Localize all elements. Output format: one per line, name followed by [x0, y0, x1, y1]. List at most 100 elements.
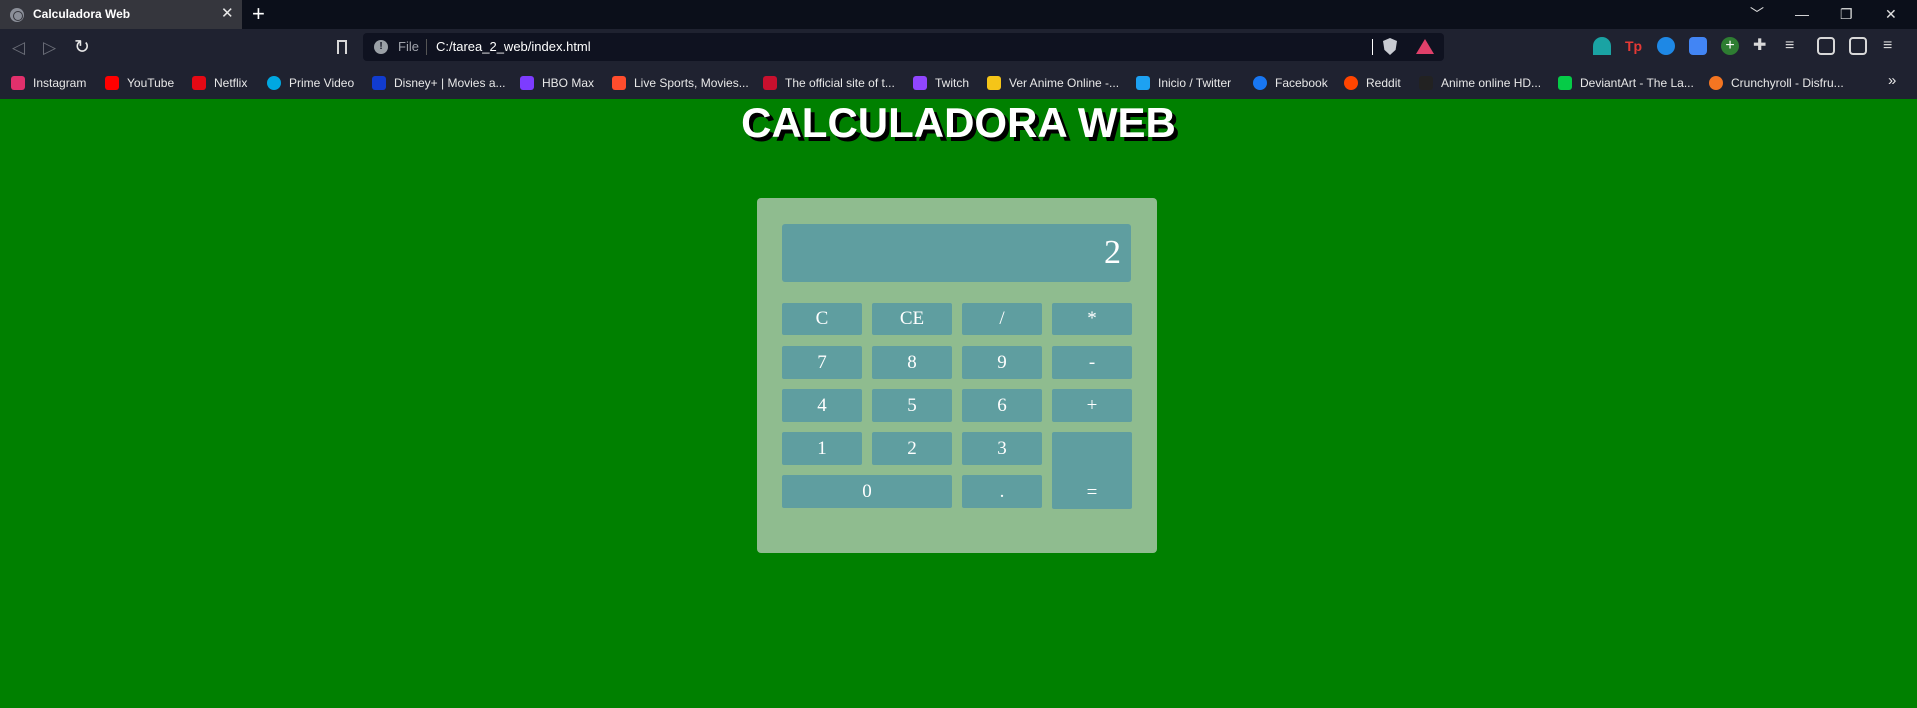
- digit-9-button[interactable]: 9: [962, 346, 1042, 379]
- bookmark-item[interactable]: YouTube: [105, 74, 174, 91]
- reload-icon[interactable]: ↻: [74, 38, 90, 58]
- twitch-icon: [913, 75, 927, 90]
- digit-4-button[interactable]: 4: [782, 389, 862, 422]
- calculator-display: 2: [782, 224, 1131, 282]
- bookmark-item[interactable]: HBO Max: [520, 74, 594, 91]
- playlist-icon[interactable]: ≡: [1785, 37, 1803, 55]
- bookmark-label: DeviantArt - The La...: [1580, 75, 1694, 90]
- restore-button[interactable]: ❐: [1840, 4, 1853, 24]
- url-text[interactable]: C:/tarea_2_web/index.html: [436, 39, 591, 54]
- bookmarks-bar: Instagram YouTube Netflix Prime Video Di…: [0, 66, 1917, 99]
- bookmark-item[interactable]: Disney+ | Movies a...: [372, 74, 506, 91]
- brave-shield-icon[interactable]: [1383, 38, 1397, 55]
- star-icon: [612, 75, 626, 90]
- bookmark-label: Facebook: [1275, 75, 1328, 90]
- bookmark-label: Reddit: [1366, 75, 1401, 90]
- digit-3-button[interactable]: 3: [962, 432, 1042, 465]
- anime-site-icon: [987, 75, 1001, 90]
- wallet-icon[interactable]: [1849, 37, 1867, 55]
- browser-toolbar: ◁ ▷ ↻ ! File C:/tarea_2_web/index.html T…: [0, 29, 1917, 66]
- new-tab-button[interactable]: +: [252, 2, 265, 26]
- bookmark-label: The official site of t...: [785, 75, 895, 90]
- hbo-max-icon: [520, 75, 534, 90]
- shazam-icon[interactable]: [1657, 37, 1675, 55]
- address-bar[interactable]: ! File C:/tarea_2_web/index.html: [363, 33, 1444, 61]
- crunchyroll-icon: [1709, 75, 1723, 90]
- tab-strip: Calculadora Web ✕ + ﹀ — ❐ ✕: [0, 0, 1917, 29]
- minimize-button[interactable]: —: [1795, 4, 1809, 24]
- back-arrow-icon[interactable]: ◁: [12, 38, 25, 58]
- bookmark-label: Prime Video: [289, 75, 355, 90]
- translate-icon[interactable]: [1689, 37, 1707, 55]
- globe-icon: [10, 8, 24, 22]
- bookmark-item[interactable]: Reddit: [1344, 74, 1401, 91]
- add-circle-icon[interactable]: +: [1721, 37, 1739, 55]
- twitter-icon: [1136, 75, 1150, 90]
- bookmark-item[interactable]: Twitch: [913, 74, 969, 91]
- bookmark-icon[interactable]: [337, 40, 347, 58]
- clear-entry-button[interactable]: CE: [872, 303, 952, 335]
- deviantart-icon: [1558, 75, 1572, 90]
- netflix-icon: [192, 75, 206, 90]
- digit-1-button[interactable]: 1: [782, 432, 862, 465]
- bookmark-label: Crunchyroll - Disfru...: [1731, 75, 1844, 90]
- bookmark-label: Twitch: [935, 75, 970, 90]
- disney-plus-icon: [372, 75, 386, 90]
- equals-button[interactable]: =: [1052, 432, 1132, 509]
- bookmark-item[interactable]: Crunchyroll - Disfru...: [1709, 74, 1844, 91]
- calculator: 2 C CE / * 7 8 9 - 4 5 6 + 1 2 3 = 0 .: [757, 198, 1157, 553]
- extension-tp-icon[interactable]: Tp: [1625, 37, 1643, 55]
- close-tab-icon[interactable]: ✕: [221, 5, 234, 23]
- bookmark-item[interactable]: Live Sports, Movies...: [612, 74, 749, 91]
- close-window-button[interactable]: ✕: [1885, 4, 1897, 24]
- bookmark-item[interactable]: Anime online HD...: [1419, 74, 1541, 91]
- extension-icon[interactable]: [1593, 37, 1611, 55]
- puzzle-icon[interactable]: ✚: [1753, 37, 1771, 55]
- forward-arrow-icon[interactable]: ▷: [43, 38, 56, 58]
- bookmark-label: Inicio / Twitter: [1158, 75, 1232, 90]
- bookmark-label: YouTube: [127, 75, 175, 90]
- multiply-button[interactable]: *: [1052, 303, 1132, 335]
- reddit-icon: [1344, 75, 1358, 90]
- bookmark-item[interactable]: Inicio / Twitter: [1136, 74, 1231, 91]
- bookmark-item[interactable]: Ver Anime Online -...: [987, 74, 1119, 91]
- bookmark-label: HBO Max: [542, 75, 595, 90]
- minus-button[interactable]: -: [1052, 346, 1132, 379]
- bookmark-label: Disney+ | Movies a...: [394, 75, 506, 90]
- bookmark-label: Anime online HD...: [1441, 75, 1542, 90]
- file-scheme-label: File: [398, 39, 419, 54]
- bookmark-label: Ver Anime Online -...: [1009, 75, 1120, 90]
- digit-7-button[interactable]: 7: [782, 346, 862, 379]
- nba-icon: [763, 75, 777, 90]
- bookmark-item[interactable]: Instagram: [11, 74, 86, 91]
- prime-video-icon: [267, 75, 281, 90]
- menu-icon[interactable]: ≡: [1883, 37, 1901, 55]
- youtube-icon: [105, 75, 119, 90]
- digit-8-button[interactable]: 8: [872, 346, 952, 379]
- bookmark-item[interactable]: Prime Video: [267, 74, 354, 91]
- bookmark-item[interactable]: DeviantArt - The La...: [1558, 74, 1694, 91]
- divide-button[interactable]: /: [962, 303, 1042, 335]
- digit-0-button[interactable]: 0: [782, 475, 952, 508]
- tab-search-chevron-icon[interactable]: ﹀: [1750, 4, 1764, 24]
- bookmark-item[interactable]: Facebook: [1253, 74, 1328, 91]
- digit-6-button[interactable]: 6: [962, 389, 1042, 422]
- page-title: CALCULADORA WEB: [741, 99, 1176, 146]
- bookmark-label: Netflix: [214, 75, 248, 90]
- plus-button[interactable]: +: [1052, 389, 1132, 422]
- instagram-icon: [11, 75, 25, 90]
- digit-5-button[interactable]: 5: [872, 389, 952, 422]
- tab-title: Calculadora Web: [33, 7, 131, 21]
- sidebar-icon[interactable]: [1817, 37, 1835, 55]
- bookmark-label: Instagram: [33, 75, 87, 90]
- more-bookmarks-chevron-icon[interactable]: »: [1888, 72, 1896, 89]
- active-tab[interactable]: Calculadora Web ✕: [0, 0, 242, 29]
- decimal-point-button[interactable]: .: [962, 475, 1042, 508]
- bookmark-item[interactable]: Netflix: [192, 74, 247, 91]
- clear-button[interactable]: C: [782, 303, 862, 335]
- digit-2-button[interactable]: 2: [872, 432, 952, 465]
- bookmark-item[interactable]: The official site of t...: [763, 74, 895, 91]
- divider: [426, 39, 427, 55]
- brave-rewards-icon[interactable]: [1416, 39, 1434, 54]
- info-icon[interactable]: !: [374, 40, 388, 54]
